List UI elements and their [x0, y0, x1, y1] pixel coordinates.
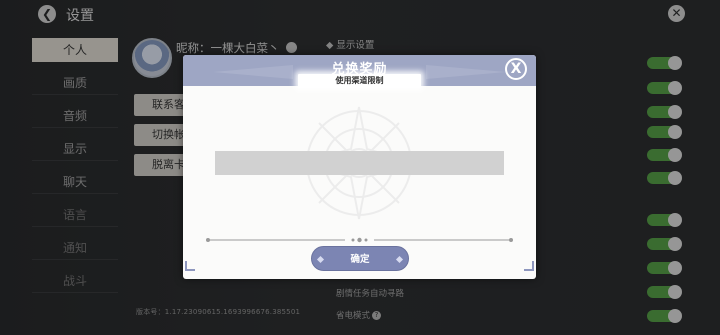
dialog-divider: [206, 237, 513, 243]
corner-ornament: [524, 261, 534, 271]
channel-restriction-label: 使用渠道限制: [298, 74, 421, 88]
confirm-button[interactable]: 确定: [311, 246, 409, 271]
redeem-code-input[interactable]: [215, 151, 504, 175]
corner-ornament: [185, 261, 195, 271]
redeem-reward-dialog: 兑换奖励 X 使用渠道限制 确定: [183, 55, 536, 279]
dialog-close-icon[interactable]: X: [505, 58, 527, 80]
